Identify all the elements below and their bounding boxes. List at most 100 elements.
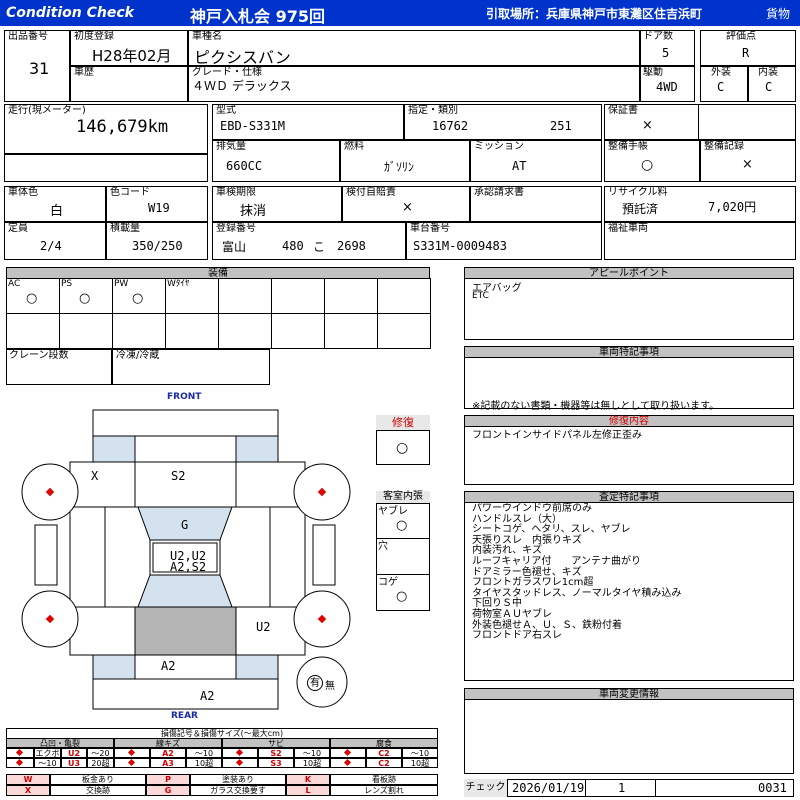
legend-group-name: 腐食: [330, 738, 438, 748]
interior-divider-1: [376, 538, 430, 539]
mark-a2-rear: A2: [200, 689, 215, 703]
legend-code-desc: 板金あり: [50, 774, 146, 785]
vehicle-category: 貨物: [766, 7, 791, 21]
spec-no: 16762: [432, 119, 469, 133]
fuel: ｶﾞｿﾘﾝ: [384, 160, 415, 174]
legend-code-key: W: [6, 774, 50, 785]
mileage-label: 走行(現メーター): [8, 105, 86, 116]
manual-label: 整備手帳: [608, 141, 648, 152]
legend-code-key: L: [286, 785, 330, 796]
ext-label: 外装: [711, 67, 731, 78]
displacement-label: 排気量: [216, 141, 246, 152]
legend-group-name: 線キズ: [114, 738, 222, 748]
reg-area: 富山: [222, 240, 247, 254]
interior-tear: ○: [396, 518, 408, 533]
mission: AT: [512, 159, 527, 173]
warranty-divider: [698, 104, 699, 140]
drive-label: 駆動: [643, 67, 663, 78]
inspection: 抹消: [240, 204, 267, 219]
liability: ×: [402, 200, 413, 215]
legend-code-desc: 塗装あり: [190, 774, 286, 785]
approval-label: 承認請求書: [474, 187, 524, 198]
legend-group-name: 凸凹・亀裂: [6, 738, 114, 748]
legend-code: U2: [61, 748, 87, 758]
lot-number-label: 出品番号: [8, 31, 48, 42]
legend-cell: ～20: [87, 748, 114, 758]
interior-burn-label: コゲ: [378, 577, 398, 588]
doors-label: ドア数: [643, 31, 673, 42]
legend-group-name: サビ: [222, 738, 330, 748]
equipment-item-label: PW: [114, 279, 129, 289]
legend-code: C2: [366, 758, 402, 768]
mileage: 146,679km: [76, 117, 169, 137]
reg-num: 2698: [337, 239, 366, 253]
class-no: 251: [550, 119, 572, 133]
reg-kana: こ: [313, 240, 326, 254]
change-info-header: 車両変更情報: [464, 688, 794, 700]
legend-cell: 10超: [294, 758, 330, 768]
legend-code: S3: [258, 758, 294, 768]
liability-label: 検付自賠責: [346, 187, 396, 198]
load-label: 積載量: [110, 223, 140, 234]
legend-code: A2: [150, 748, 186, 758]
chassis-label: 車台番号: [410, 223, 450, 234]
check-num-1: 1: [618, 781, 626, 795]
legend-title: 損傷記号＆損傷サイズ(～最大cm): [6, 728, 438, 738]
appeal-line-2: ETC: [472, 291, 489, 301]
auction-name: 神戸入札会 975回: [190, 7, 325, 26]
equipment-cell: [271, 278, 325, 314]
recycle-label: リサイクル料: [608, 187, 668, 198]
legend-cell: 20超: [87, 758, 114, 768]
first-reg: H28年02月: [92, 47, 172, 65]
equipment-cell: [165, 313, 219, 349]
equipment-item-label: Wﾀｲﾔ: [167, 279, 190, 289]
first-reg-label: 初度登録: [74, 31, 114, 42]
inspection-note-line: パワーウインドウ前席のみ: [472, 503, 592, 514]
inspection-note-line: 荷物室ＡＵヤブレ: [472, 608, 552, 620]
legend-cell: 10超: [402, 758, 438, 768]
equipment-cell: [112, 313, 166, 349]
interior-burn: ○: [396, 589, 408, 604]
check-divider-2: [655, 779, 656, 797]
check-num-2: 0031: [758, 781, 787, 795]
tire-diamond-rl: [45, 614, 55, 624]
legend-code: C2: [366, 748, 402, 758]
equipment-cell: [59, 313, 113, 349]
reg-class: 480: [282, 239, 304, 253]
check-divider-1: [585, 779, 586, 797]
warranty: ×: [642, 118, 653, 133]
reg-no-label: 登録番号: [216, 223, 256, 234]
interior-divider-2: [376, 574, 430, 575]
load: 350/250: [132, 239, 183, 253]
recycle-status: 預託済: [622, 202, 659, 216]
appeal-header: アピールポイント: [464, 267, 794, 279]
spare-no: 無: [325, 681, 335, 692]
equipment-cell: [324, 278, 378, 314]
mark-u2-side: U2: [256, 620, 271, 634]
int: C: [765, 80, 773, 94]
legend-code: S2: [258, 748, 294, 758]
recycle-fee: 7,020円: [708, 200, 757, 214]
mark-s2-top: S2: [171, 469, 186, 483]
inspection-notes-header: 査定特記事項: [464, 491, 794, 503]
mark-x: X: [91, 469, 99, 483]
change-info-panel: [464, 688, 794, 774]
equipment-cell: [377, 278, 431, 314]
grade: ４ＷＤ デラックス: [192, 79, 292, 93]
equipment-cell: [271, 313, 325, 349]
legend-cell: エクボ: [34, 748, 61, 758]
color-code: W19: [148, 201, 170, 215]
mission-label: ミッション: [474, 141, 524, 152]
legend-code-desc: ガラス交換要す: [190, 785, 286, 796]
score: R: [742, 46, 750, 60]
repair-detail-line: フロントインサイドパネル左修正歪み: [472, 430, 642, 441]
equipment-item-mark: ○: [79, 291, 91, 306]
equipment-cell: [324, 313, 378, 349]
history-label: 車歴: [74, 67, 94, 78]
warranty-label: 保証書: [608, 105, 638, 116]
header-title: Condition Check: [6, 5, 134, 21]
body-color: 白: [50, 204, 64, 219]
equipment-item-mark: ○: [132, 291, 144, 306]
lot-number: 31: [29, 59, 50, 78]
manual: ○: [641, 157, 654, 173]
